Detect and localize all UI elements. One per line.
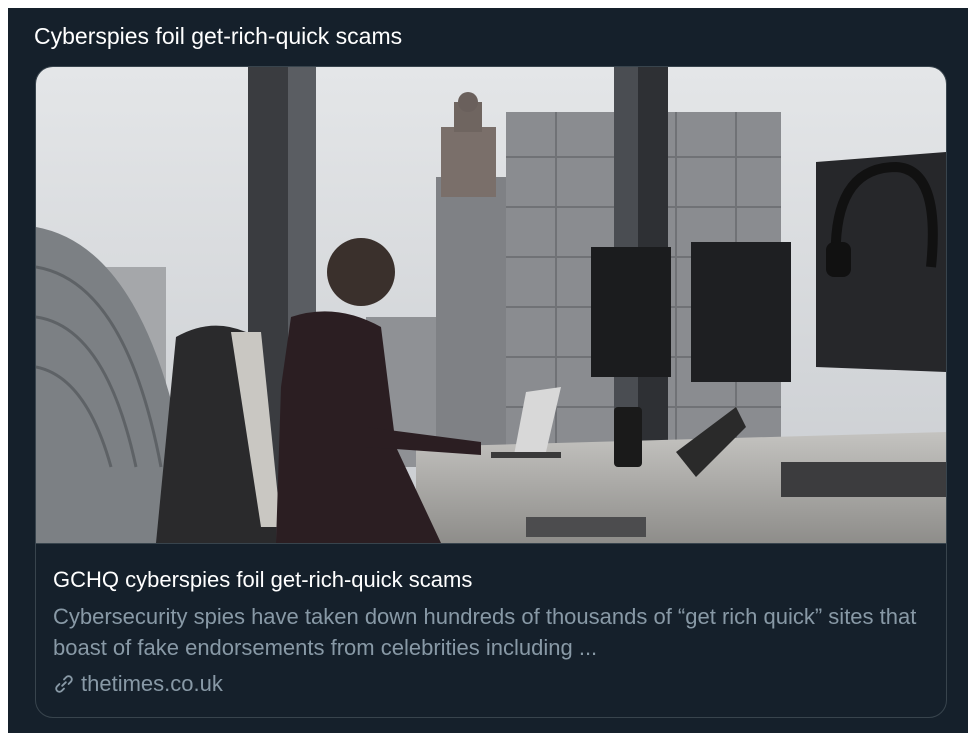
card-body[interactable]: GCHQ cyberspies foil get-rich-quick scam… (36, 543, 946, 717)
card-image[interactable] (36, 67, 946, 543)
card-domain-text: thetimes.co.uk (81, 671, 223, 696)
link-preview-card[interactable]: GCHQ cyberspies foil get-rich-quick scam… (35, 66, 947, 718)
tweet-container: Cyberspies foil get-rich-quick scams GCH… (8, 8, 968, 733)
link-icon (55, 675, 73, 693)
card-title: GCHQ cyberspies foil get-rich-quick scam… (53, 567, 473, 592)
photo-office-silhouette-icon (36, 67, 946, 543)
tweet-text: Cyberspies foil get-rich-quick scams (34, 23, 403, 49)
card-domain: thetimes.co.uk (53, 670, 223, 698)
card-description: Cybersecurity spies have taken down hund… (53, 604, 917, 660)
